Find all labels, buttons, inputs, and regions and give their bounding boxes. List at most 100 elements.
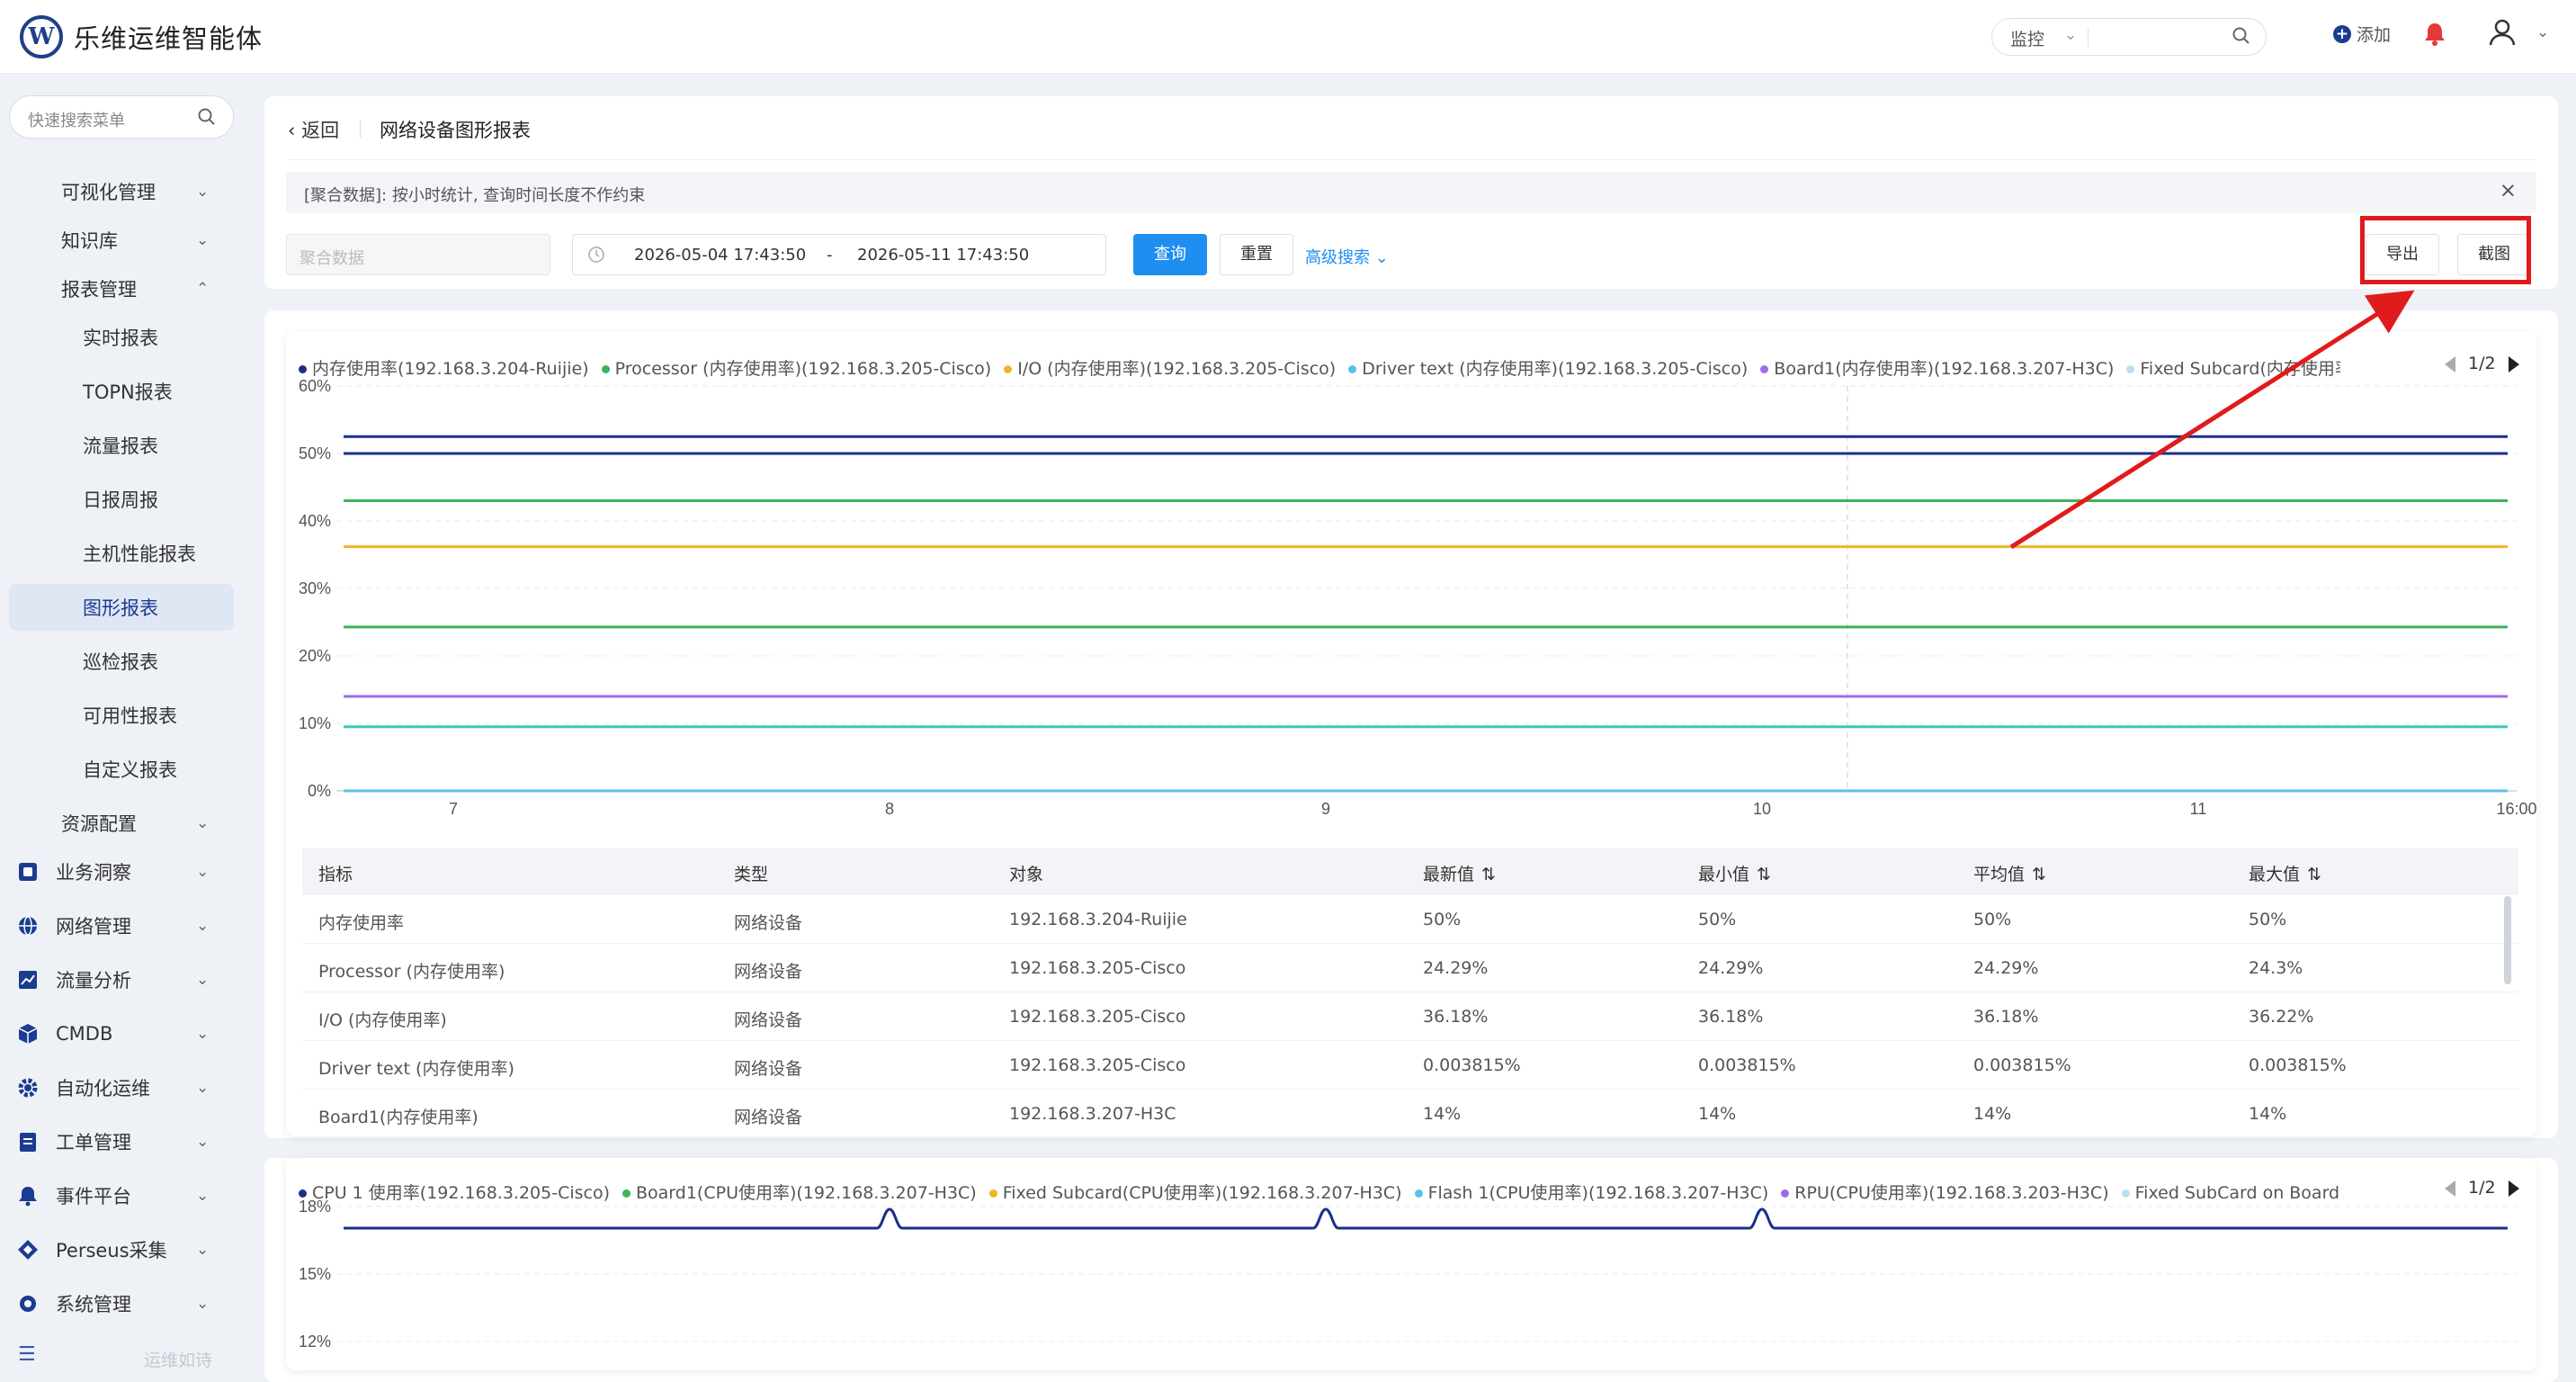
search-scope-select[interactable]: 监控 [2010,26,2044,50]
divider [288,159,2536,160]
table-cell: 24.3% [2249,958,2303,978]
table-cell: 36.22% [2249,1007,2314,1027]
series-line[interactable] [344,1207,2508,1230]
sidebar-item-graph-report[interactable]: 图形报表 [9,584,234,631]
sidebar-item-network[interactable]: 网络管理 ⌄ [0,902,243,949]
sidebar-item-label: Perseus采集 [56,1240,167,1261]
column-header[interactable]: 最大值 ⇅ [2249,861,2321,885]
sort-icon[interactable]: ⇅ [2032,865,2046,884]
sidebar-item-inspection-report[interactable]: 巡检报表 [0,638,243,685]
sidebar-item-traffic-report[interactable]: 流量报表 [0,422,243,469]
column-header-label: 类型 [734,865,769,884]
clock-icon [587,246,605,267]
legend-dot [1781,1189,1790,1198]
sidebar-item-events[interactable]: 事件平台 ⌄ [0,1172,243,1219]
chevron-down-icon: ⌄ [196,1133,210,1151]
column-header-label: 最新值 [1423,865,1475,884]
notice-bar: [聚合数据]: 按小时统计, 查询时间长度不作约束 × [286,172,2536,213]
chevron-down-icon: ⌄ [196,971,210,989]
table-cell: 192.168.3.207-H3C [1009,1104,1176,1124]
sidebar-item-resource-config[interactable]: 资源配置 ⌄ [0,800,243,847]
sidebar-item-perseus[interactable]: Perseus采集 ⌄ [0,1226,243,1273]
advanced-search-label: 高级搜索 [1305,248,1370,267]
column-header-label: 最小值 [1698,865,1750,884]
chevron-down-icon: ⌄ [196,1187,210,1205]
y-tick-label: 0% [308,782,331,800]
sort-icon[interactable]: ⇅ [1757,865,1771,884]
table-scrollbar[interactable] [2504,896,2511,984]
column-header[interactable]: 最小值 ⇅ [1698,861,1771,885]
insight-icon [19,863,37,881]
cpu-line-chart[interactable]: 18% 15% 12% [286,1198,2536,1370]
query-button[interactable]: 查询 [1133,234,1207,275]
search-icon[interactable] [197,107,217,130]
add-button[interactable]: + 添加 [2333,22,2391,46]
sidebar-item-automation[interactable]: 自动化运维 ⌄ [0,1064,243,1111]
sidebar-item-label: 知识库 [61,230,118,252]
column-header[interactable]: 最新值 ⇅ [1423,861,1496,885]
table-cell: I/O (内存使用率) [318,1010,447,1030]
table-cell: 14% [1423,1104,1462,1124]
sidebar-item-label: 系统管理 [56,1294,131,1315]
notification-bell-icon[interactable] [2423,22,2446,50]
advanced-search-button[interactable]: 高级搜索 ⌄ [1305,245,1389,268]
aggregate-data-select[interactable]: 聚合数据 [286,234,550,275]
column-header[interactable]: 平均值 ⇅ [1973,861,2046,885]
reset-button[interactable]: 重置 [1220,234,1293,275]
sidebar-item-visualization[interactable]: 可视化管理 ⌄ [0,168,243,215]
table-row[interactable]: 内存使用率 网络设备 192.168.3.204-Ruijie 50% 50% 50% 50… [302,895,2518,944]
sidebar-item-tickets[interactable]: 工单管理 ⌄ [0,1118,243,1165]
prev-page-icon[interactable] [2445,1180,2455,1197]
sort-icon[interactable]: ⇅ [1481,865,1496,884]
column-header-label: 最大值 [2249,865,2301,884]
sidebar-item-topn-report[interactable]: TOPN报表 [0,368,243,415]
search-icon[interactable] [2232,26,2251,49]
sidebar-item-label: 工单管理 [56,1132,131,1153]
table-row[interactable]: I/O (内存使用率) 网络设备 192.168.3.205-Cisco 36.18%… [302,992,2518,1041]
menu-collapse-icon[interactable]: ☰ [18,1343,36,1366]
x-tick-label: 7 [449,800,458,818]
sidebar-item-daily-weekly[interactable]: 日报周报 [0,476,243,523]
memory-line-chart[interactable]: 60% 50% 40% 30% 20% 10% 0% 7 8 9 10 11 16:00 [286,368,2536,827]
legend-pager[interactable]: 1/2 [2445,1178,2519,1198]
table-cell: 0.003815% [1973,1055,2071,1075]
date-start[interactable]: 2026-05-04 17:43:50 [634,246,806,265]
sidebar-item-reports[interactable]: 报表管理 ⌃ [0,265,243,312]
sidebar-item-custom-report[interactable]: 自定义报表 [0,746,243,793]
sidebar: 快速搜索菜单 可视化管理 ⌄ 知识库 ⌄ 报表管理 ⌃ 实时报表 TOPN报表 流量报… [0,75,252,1382]
table-cell: Driver text (内存使用率) [318,1059,514,1079]
traffic-chart-icon [19,971,37,989]
table-row[interactable]: Processor (内存使用率) 网络设备 192.168.3.205-Cisco… [302,944,2518,992]
user-avatar-icon[interactable] [2486,16,2518,52]
global-search[interactable]: 监控 ⌄ [1991,18,2267,56]
y-tick-label: 40% [299,512,331,530]
sidebar-item-cmdb[interactable]: CMDB ⌄ [0,1010,243,1057]
y-tick-label: 15% [299,1265,331,1283]
sidebar-item-knowledge[interactable]: 知识库 ⌄ [0,217,243,264]
sidebar-item-business-insight[interactable]: 业务洞察 ⌄ [0,848,243,895]
back-button[interactable]: ‹ 返回 [288,116,339,143]
menu-search-input[interactable]: 快速搜索菜单 [9,95,234,139]
next-page-icon[interactable] [2508,1180,2519,1197]
date-range-picker[interactable]: 2026-05-04 17:43:50 - 2026-05-11 17:43:5… [572,234,1106,275]
sidebar-item-label: 流量报表 [83,435,158,457]
table-row[interactable]: Board1(内存使用率) 网络设备 192.168.3.207-H3C 14% 14%… [302,1090,2518,1136]
chevron-down-icon: ⌄ [196,1079,210,1097]
sidebar-item-traffic[interactable]: 流量分析 ⌄ [0,956,243,1003]
sidebar-item-availability-report[interactable]: 可用性报表 [0,692,243,739]
sidebar-item-label: 自定义报表 [83,759,177,781]
app-logo[interactable]: W [20,15,63,58]
chevron-down-icon[interactable]: ⌄ [2536,23,2549,41]
sidebar-item-host-performance[interactable]: 主机性能报表 [0,530,243,577]
close-icon[interactable]: × [2500,179,2517,202]
table-row[interactable]: Driver text (内存使用率) 网络设备 192.168.3.205-Cis… [302,1041,2518,1090]
table-cell: 36.18% [1423,1007,1489,1027]
cpu-chart-panel: CPU 1 使用率(192.168.3.205-Cisco) Board1(CPU… [286,1158,2536,1370]
chevron-down-icon: ⌄ [196,1295,210,1313]
date-end[interactable]: 2026-05-11 17:43:50 [857,246,1029,265]
sort-icon[interactable]: ⇅ [2307,865,2321,884]
sidebar-item-system[interactable]: 系统管理 ⌄ [0,1280,243,1327]
sidebar-item-realtime-report[interactable]: 实时报表 [0,314,243,361]
x-tick-label: 16:00 [2496,800,2536,818]
table-cell: 50% [2249,910,2287,929]
